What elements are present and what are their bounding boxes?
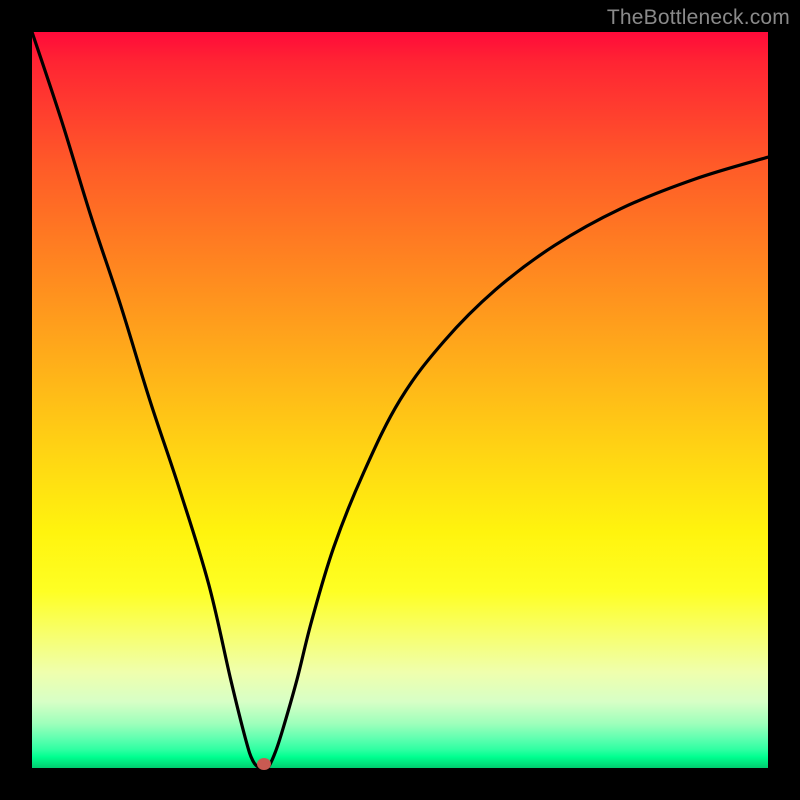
chart-frame: TheBottleneck.com [0, 0, 800, 800]
curve-svg [32, 32, 768, 768]
watermark-text: TheBottleneck.com [607, 6, 790, 30]
minimum-marker [257, 758, 271, 770]
bottleneck-curve-path [32, 32, 768, 768]
plot-area [32, 32, 768, 768]
